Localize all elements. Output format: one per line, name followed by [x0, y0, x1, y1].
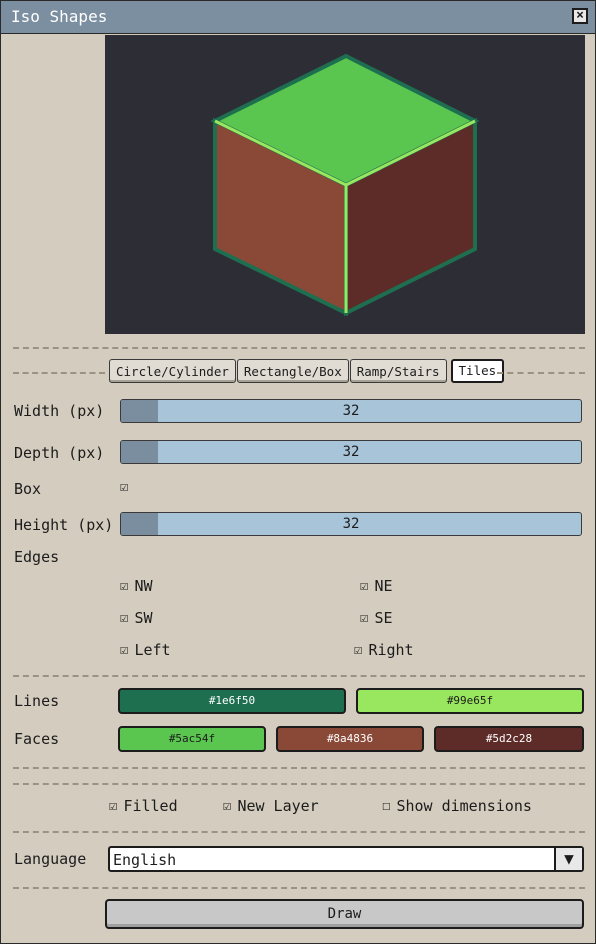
separator [13, 347, 585, 349]
edge-right-checkbox[interactable]: ☑ Right [354, 641, 414, 659]
title-bar[interactable]: Iso Shapes × [1, 1, 595, 34]
depth-label: Depth (px) [14, 444, 105, 462]
window-title: Iso Shapes [11, 7, 108, 26]
tab-ramp-stairs[interactable]: Ramp/Stairs [349, 359, 447, 383]
edge-se-label: SE [374, 609, 393, 627]
edge-sw-checkbox[interactable]: ☑ SW [120, 609, 153, 627]
checkbox-checked-icon: ☑ [120, 642, 129, 658]
width-slider[interactable]: 32 [120, 399, 582, 423]
separator [13, 372, 105, 374]
box-checkbox[interactable]: ☑ [120, 479, 128, 495]
depth-slider[interactable]: 32 [120, 440, 582, 464]
checkbox-checked-icon: ☑ [120, 578, 129, 594]
edge-nw-checkbox[interactable]: ☑ NW [120, 577, 153, 595]
face-color-1-button[interactable]: #5ac54f [118, 726, 266, 752]
line-color-1-button[interactable]: #1e6f50 [118, 688, 346, 714]
depth-value: 32 [342, 444, 360, 460]
tab-circle-cylinder[interactable]: Circle/Cylinder [109, 359, 236, 383]
checkbox-checked-icon: ☑ [120, 479, 129, 495]
close-icon: × [576, 8, 584, 23]
shape-tabs: Circle/Cylinder Rectangle/Box Ramp/Stair… [109, 359, 505, 385]
filled-checkbox[interactable]: ☑ Filled [109, 797, 178, 815]
checkbox-checked-icon: ☑ [109, 798, 118, 814]
checkbox-checked-icon: ☑ [360, 578, 369, 594]
edges-label: Edges [14, 548, 60, 566]
checkbox-checked-icon: ☑ [360, 610, 369, 626]
filled-label: Filled [123, 797, 178, 815]
lines-label: Lines [14, 692, 60, 710]
edge-ne-checkbox[interactable]: ☑ NE [360, 577, 393, 595]
face-color-2-button[interactable]: #8a4836 [276, 726, 424, 752]
face-color-3-button[interactable]: #5d2c28 [434, 726, 584, 752]
separator [13, 831, 585, 833]
separator [497, 372, 585, 374]
dropdown-arrow-icon[interactable]: ▼ [554, 848, 582, 870]
line-color-2-button[interactable]: #99e65f [356, 688, 584, 714]
language-label: Language [14, 850, 87, 868]
box-label: Box [14, 480, 42, 498]
width-value: 32 [342, 403, 360, 419]
iso-shapes-dialog: Iso Shapes × Circle/Cylinder Rectangle/B… [0, 0, 596, 944]
close-button[interactable]: × [572, 8, 588, 24]
edge-ne-label: NE [374, 577, 393, 595]
language-select[interactable]: English ▼ [108, 846, 584, 872]
show-dimensions-checkbox[interactable]: ☐ Show dimensions [382, 797, 532, 815]
new-layer-label: New Layer [237, 797, 319, 815]
edge-left-checkbox[interactable]: ☑ Left [120, 641, 171, 659]
draw-button[interactable]: Draw [105, 899, 584, 929]
height-value: 32 [342, 516, 360, 532]
shape-preview [105, 35, 585, 334]
show-dimensions-label: Show dimensions [396, 797, 532, 815]
edge-sw-label: SW [134, 609, 153, 627]
edge-nw-label: NW [134, 577, 153, 595]
language-value: English [113, 851, 177, 869]
separator [13, 675, 585, 677]
height-label: Height (px) [14, 516, 114, 534]
tab-rectangle-box[interactable]: Rectangle/Box [236, 359, 349, 383]
tab-tiles[interactable]: Tiles [450, 359, 505, 383]
edge-se-checkbox[interactable]: ☑ SE [360, 609, 393, 627]
faces-label: Faces [14, 730, 60, 748]
edge-left-label: Left [134, 641, 171, 659]
checkbox-checked-icon: ☑ [120, 610, 129, 626]
checkbox-unchecked-icon: ☐ [382, 798, 391, 814]
separator [13, 887, 585, 889]
edge-right-label: Right [368, 641, 414, 659]
new-layer-checkbox[interactable]: ☑ New Layer [223, 797, 319, 815]
separator [13, 767, 585, 769]
width-label: Width (px) [14, 402, 105, 420]
iso-cube-preview [105, 35, 585, 334]
height-slider[interactable]: 32 [120, 512, 582, 536]
separator [13, 783, 585, 785]
checkbox-checked-icon: ☑ [354, 642, 363, 658]
checkbox-checked-icon: ☑ [223, 798, 232, 814]
